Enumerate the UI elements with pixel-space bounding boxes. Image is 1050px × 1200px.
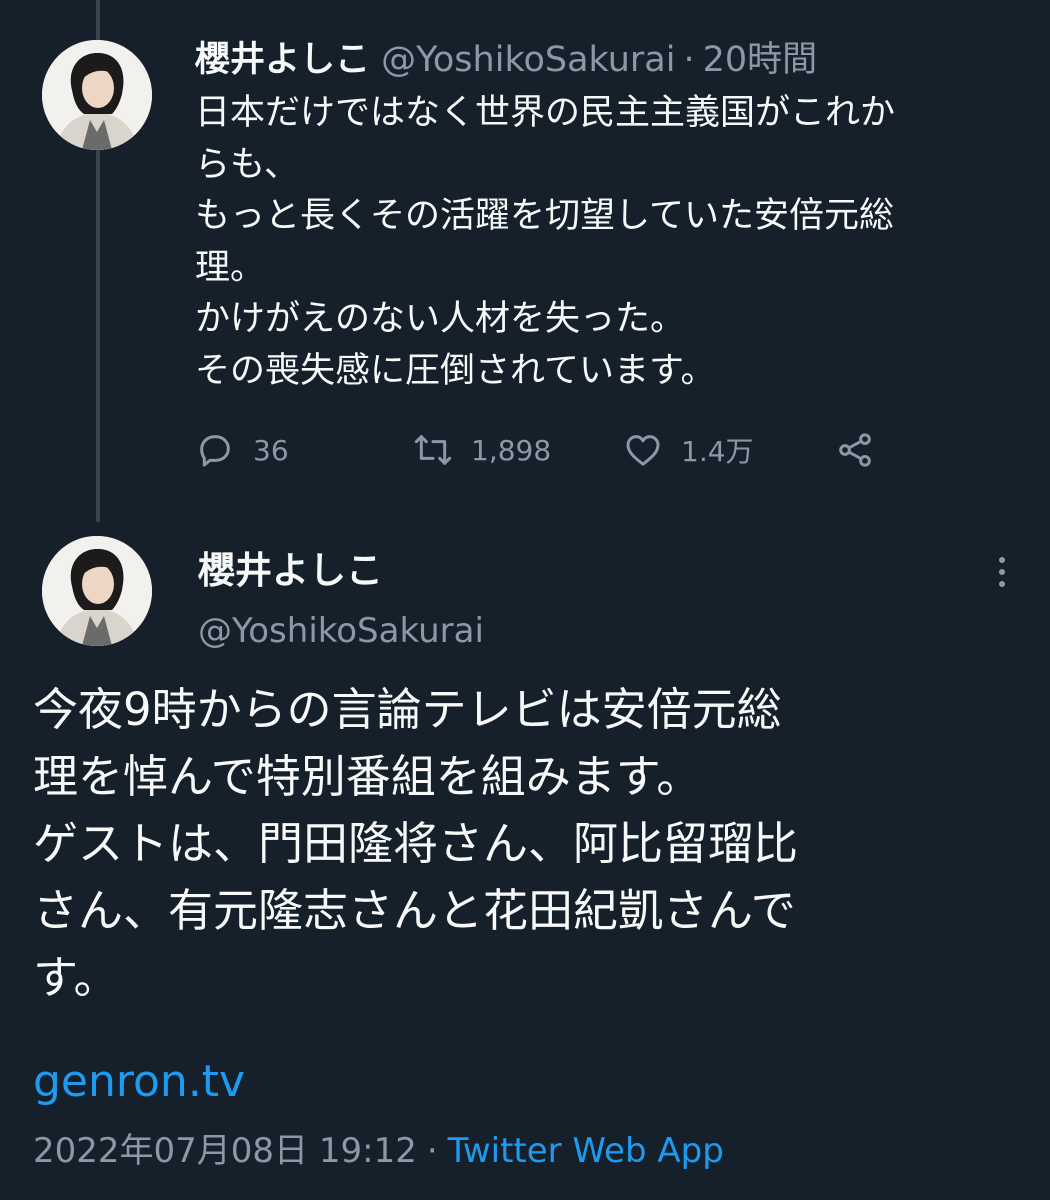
tweet-text: 日本だけではなく世界の民主主義国がこれか らも、 もっと長くその活躍を切望してい… [195, 88, 1015, 397]
tweet-text-line: 理。 [195, 247, 266, 288]
tweet-text-line: 理を悼んで特別番組を組みます。 [33, 750, 702, 803]
share-icon [839, 433, 871, 467]
tweet-text-line: 今夜9時からの言論テレビは安倍元総 [33, 683, 782, 736]
tweet-link[interactable]: genron.tv [33, 1052, 245, 1112]
author-avatar[interactable] [42, 536, 152, 646]
retweet-count: 1,898 [471, 433, 552, 467]
tweet-action-bar: 36 1,898 1.4万 [195, 430, 895, 476]
tweet-timestamp[interactable]: 2022年07月08日 19:12 [33, 1131, 417, 1171]
like-icon [626, 435, 660, 466]
more-options-button[interactable] [985, 552, 1019, 592]
author-name[interactable]: 櫻井よしこ [195, 40, 370, 80]
more-dot-icon [999, 569, 1005, 575]
more-dot-icon [999, 557, 1005, 563]
like-button[interactable]: 1.4万 [623, 430, 754, 470]
tweet-text-line: その喪失感に圧倒されています。 [195, 350, 716, 391]
tweet-text-line: す。 [33, 951, 119, 1004]
more-dot-icon [999, 581, 1005, 587]
author-avatar[interactable] [42, 40, 152, 150]
tweet-text-line: らも、 [195, 144, 299, 185]
tweet-time[interactable]: 20時間 [703, 40, 818, 80]
tweet-text-line: ゲストは、門田隆将さん、阿比留瑠比 [33, 817, 799, 870]
reply-icon [200, 435, 230, 467]
tweet-text-line: かけがえのない人材を失った。 [195, 299, 686, 339]
reply-button[interactable]: 36 [195, 430, 289, 470]
author-handle[interactable]: @YoshikoSakurai [198, 608, 484, 654]
author-name[interactable]: 櫻井よしこ [198, 546, 383, 596]
tweet-text-line: 日本だけではなく世界の民主主義国がこれか [195, 93, 896, 133]
tweet-text-line: もっと長くその活躍を切望していた安倍元総 [195, 196, 894, 236]
author-handle[interactable]: @YoshikoSakurai [381, 40, 675, 80]
tweet-metadata: 2022年07月08日 19:12 · Twitter Web App [33, 1126, 724, 1176]
tweet-header: 櫻井よしこ @YoshikoSakurai · 20時間 [195, 36, 817, 84]
reply-count: 36 [253, 433, 289, 467]
share-button[interactable] [835, 430, 893, 470]
retweet-button[interactable]: 1,898 [413, 430, 551, 470]
separator: · [426, 1131, 438, 1171]
tweet-text: 今夜9時からの言論テレビは安倍元総 理を悼んで特別番組を組みます。 ゲストは、門… [33, 676, 1023, 1011]
tweet-text-line: さん、有元隆志さんと花田紀凱さんで [33, 884, 796, 937]
retweet-icon [414, 435, 452, 465]
separator: · [683, 40, 695, 80]
like-count: 1.4万 [681, 435, 754, 468]
source-app-link[interactable]: Twitter Web App [448, 1131, 724, 1171]
